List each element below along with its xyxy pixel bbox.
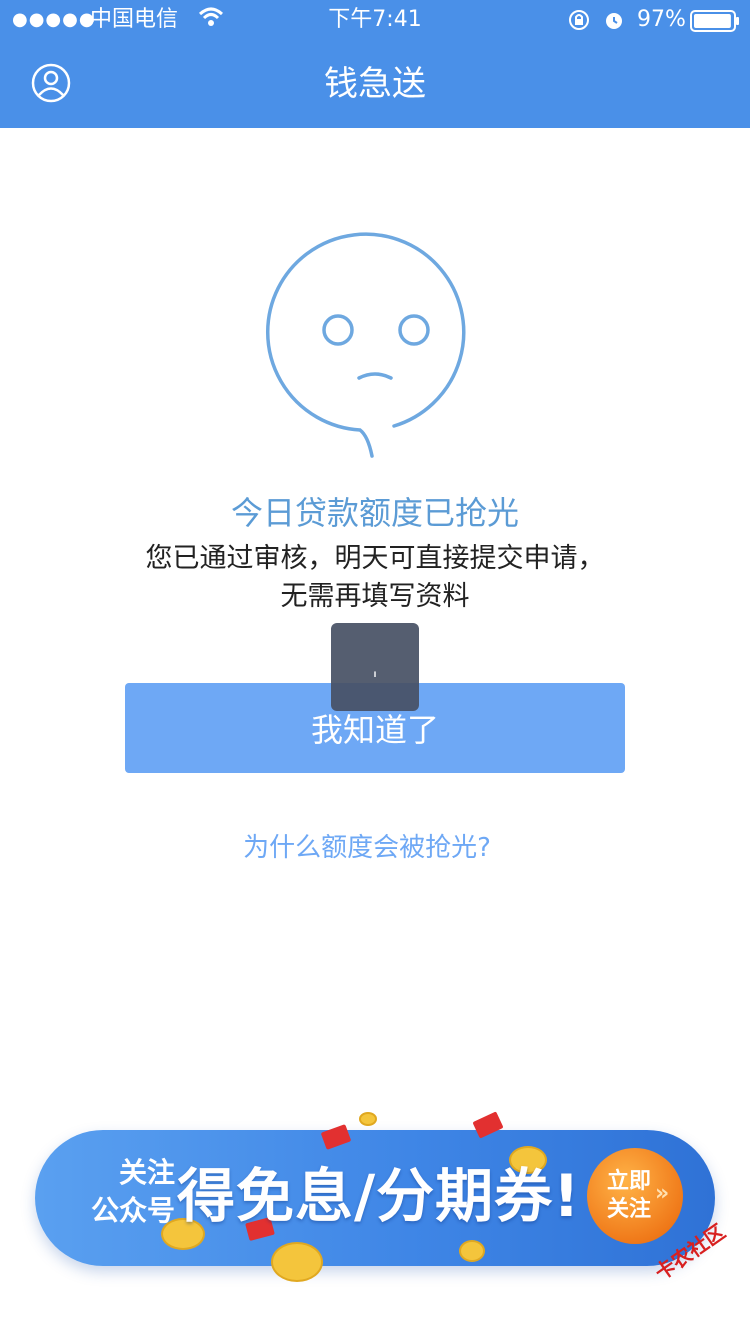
promo-follow-line-1: 关注	[118, 1156, 175, 1189]
coin-icon	[359, 1112, 377, 1126]
battery-icon	[690, 10, 740, 39]
red-envelope-icon	[472, 1111, 504, 1139]
rotation-lock-icon	[568, 9, 590, 38]
follow-now-button[interactable]: 立即 关注 »	[587, 1148, 683, 1244]
coin-icon	[271, 1242, 323, 1282]
result-message: 您已通过审核，明天可直接提交申请， 无需再填写资料	[0, 540, 750, 616]
message-line-2: 无需再填写资料	[280, 581, 470, 612]
nav-bar: 钱急送	[0, 40, 750, 128]
follow-now-line-1: 立即	[606, 1169, 651, 1194]
why-quota-link[interactable]: 为什么额度会被抢光?	[0, 828, 734, 868]
double-chevron-right-icon: »	[655, 1181, 670, 1206]
alarm-icon	[603, 9, 625, 38]
follow-now-label: 立即 关注	[601, 1168, 657, 1224]
coin-icon	[459, 1240, 485, 1262]
result-headline: 今日贷款额度已抢光	[230, 494, 519, 532]
loading-spinner: ˌ	[331, 623, 419, 711]
follow-now-line-2: 关注	[606, 1197, 651, 1222]
red-envelope-icon	[320, 1124, 352, 1150]
message-line-1: 您已通过审核，明天可直接提交申请，	[145, 543, 605, 574]
status-bar: ●●●●● 中国电信 下午7:41 97%	[0, 0, 750, 40]
promo-banner[interactable]: 关注 公众号 得免息/分期券! 立即 关注 »	[35, 1111, 715, 1282]
sad-face-icon	[264, 230, 484, 466]
promo-follow-line-2: 公众号	[90, 1194, 175, 1227]
promo-follow-label: 关注 公众号	[65, 1154, 175, 1230]
promo-headline: 得免息/分期券!	[177, 1162, 581, 1230]
page-title: 钱急送	[324, 64, 426, 104]
battery-percentage: 97%	[637, 7, 686, 32]
